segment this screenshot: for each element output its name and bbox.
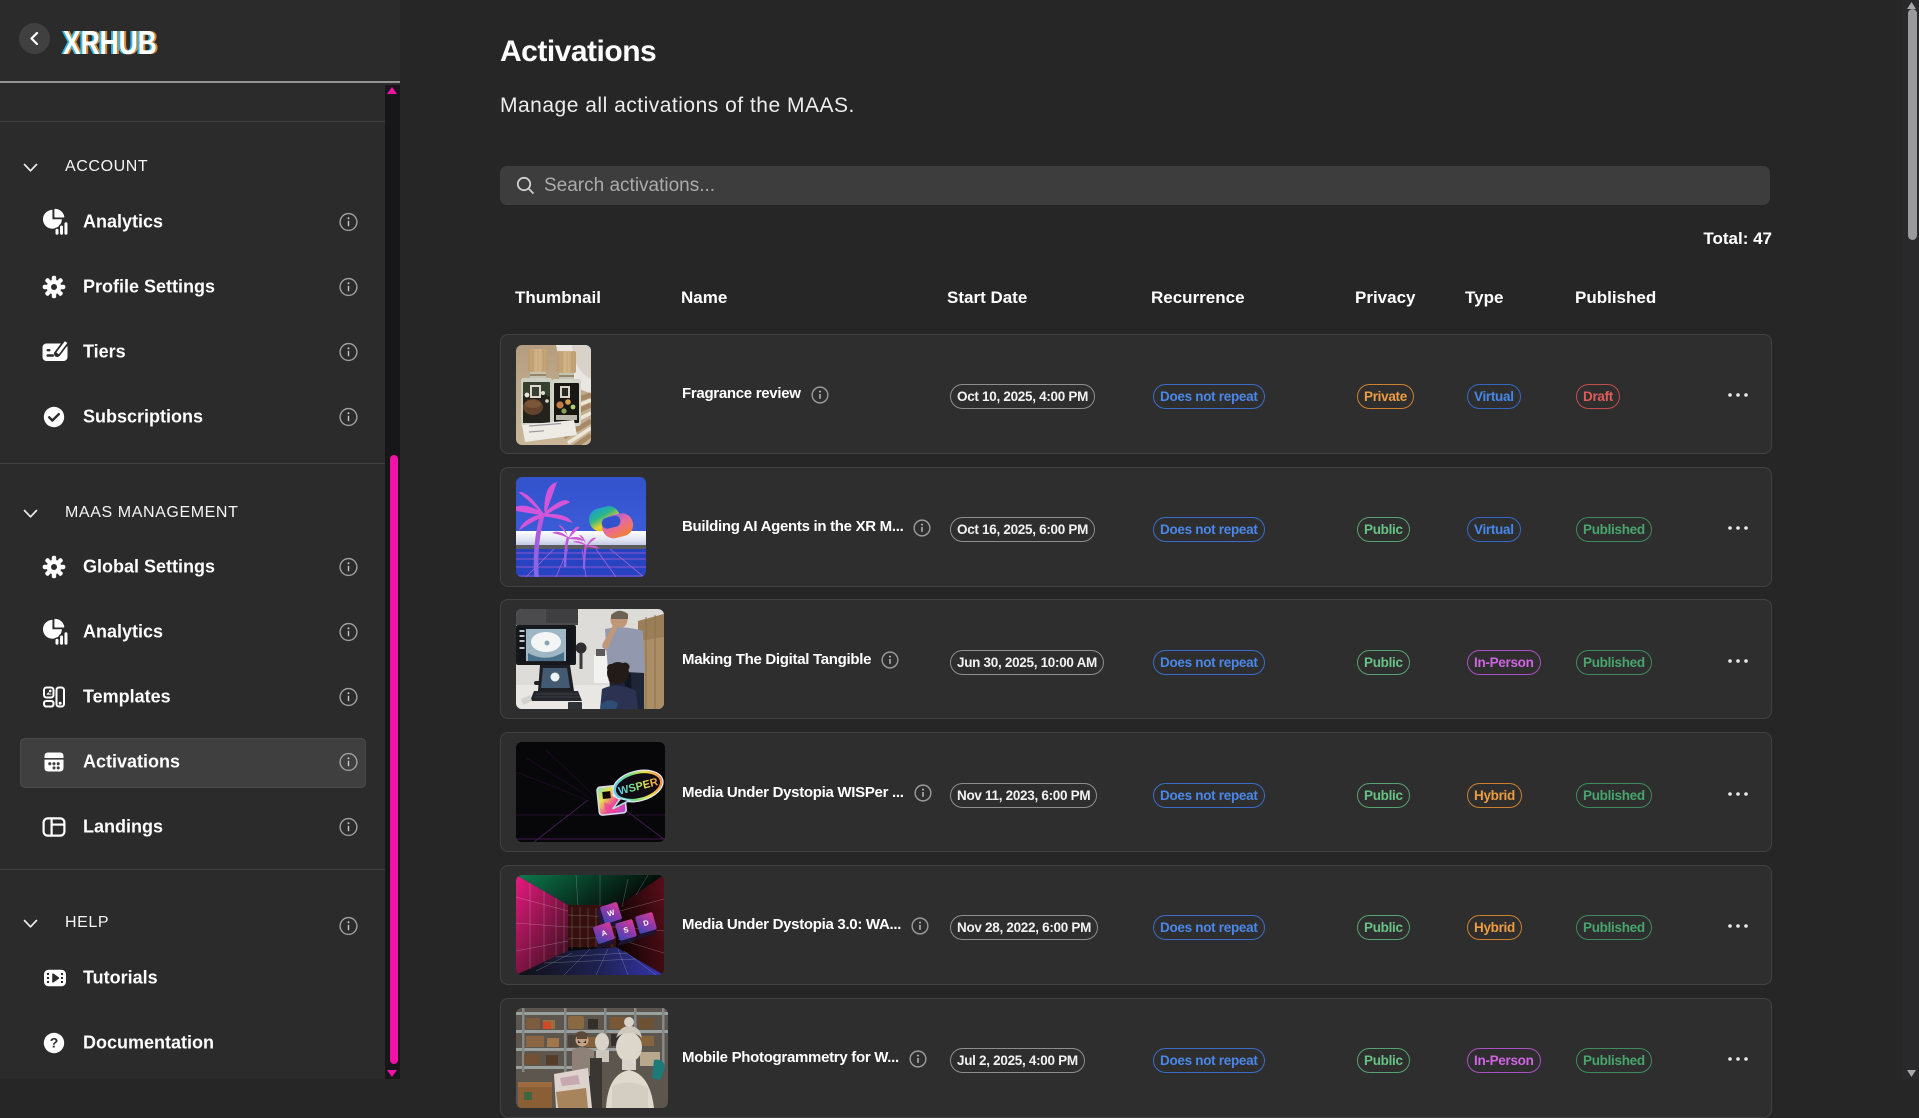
svg-text:?: ? xyxy=(50,1035,59,1051)
